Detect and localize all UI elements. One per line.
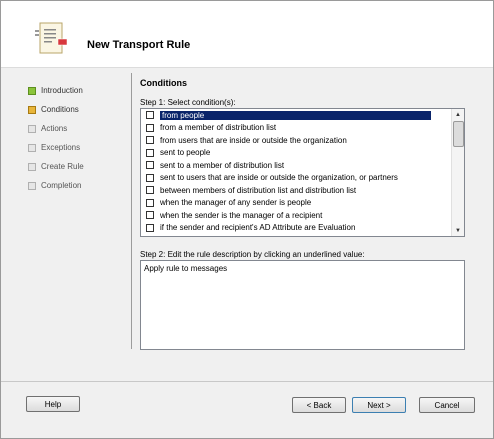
step2-label: Step 2: Edit the rule description by cli…	[140, 250, 365, 259]
wizard-window: New Transport Rule Introduction Conditio…	[0, 0, 494, 439]
condition-label: sent to users that are inside or outside…	[160, 173, 398, 183]
condition-checkbox[interactable]	[146, 123, 154, 132]
condition-label: if the sender and recipient's AD Attribu…	[160, 223, 356, 233]
content-divider	[131, 73, 132, 349]
condition-checkbox[interactable]	[146, 186, 154, 195]
nav-step-exceptions[interactable]: Exceptions	[28, 138, 124, 157]
rule-description-box[interactable]: Apply rule to messages	[140, 260, 465, 350]
footer-divider	[1, 381, 493, 382]
cancel-button[interactable]: Cancel	[419, 397, 475, 413]
condition-item[interactable]: sent to a member of distribution list	[141, 159, 431, 172]
condition-label: when the sender is the manager of a reci…	[160, 210, 323, 220]
nav-step-create-rule[interactable]: Create Rule	[28, 157, 124, 176]
condition-checkbox[interactable]	[146, 136, 154, 145]
condition-label: from people	[160, 110, 431, 120]
condition-item[interactable]: when the sender is the manager of a reci…	[141, 209, 431, 222]
wizard-steps-nav: Introduction Conditions Actions Exceptio…	[28, 81, 124, 195]
condition-checkbox[interactable]	[146, 111, 154, 120]
scroll-down-icon[interactable]: ▼	[452, 225, 464, 236]
condition-item[interactable]: between members of distribution list and…	[141, 184, 431, 197]
nav-step-actions[interactable]: Actions	[28, 119, 124, 138]
condition-checkbox[interactable]	[146, 211, 154, 220]
nav-step-label: Conditions	[41, 105, 79, 114]
nav-step-label: Introduction	[41, 86, 83, 95]
step-status-icon	[28, 124, 36, 133]
nav-step-conditions[interactable]: Conditions	[28, 100, 124, 119]
condition-checkbox[interactable]	[146, 223, 154, 232]
transport-rule-icon	[35, 22, 68, 54]
condition-item[interactable]: if the sender and recipient's AD Attribu…	[141, 222, 431, 235]
wizard-header: New Transport Rule	[1, 1, 493, 67]
conditions-list[interactable]: from people from a member of distributio…	[140, 108, 465, 237]
nav-step-label: Completion	[41, 181, 82, 190]
condition-label: between members of distribution list and…	[160, 185, 357, 195]
step-status-icon	[28, 162, 36, 171]
condition-item[interactable]: sent to people	[141, 147, 431, 160]
step1-label: Step 1: Select condition(s):	[140, 98, 236, 107]
back-button[interactable]: < Back	[292, 397, 346, 413]
condition-checkbox[interactable]	[146, 173, 154, 182]
condition-item[interactable]: from users that are inside or outside th…	[141, 134, 431, 147]
step-status-icon	[28, 86, 36, 95]
condition-label: sent to people	[160, 148, 211, 158]
condition-item[interactable]: from a member of distribution list	[141, 122, 431, 135]
condition-checkbox[interactable]	[146, 161, 154, 170]
nav-step-label: Exceptions	[41, 143, 81, 152]
conditions-scrollbar[interactable]: ▲ ▼	[451, 109, 464, 236]
condition-label: when the manager of any sender is people	[160, 198, 312, 208]
step-status-icon	[28, 105, 36, 114]
section-title: Conditions	[140, 78, 187, 88]
condition-item[interactable]: from people	[141, 109, 431, 122]
nav-step-completion[interactable]: Completion	[28, 176, 124, 195]
condition-checkbox[interactable]	[146, 148, 154, 157]
condition-label: from a member of distribution list	[160, 123, 277, 133]
header-divider	[1, 67, 493, 68]
page-title: New Transport Rule	[87, 39, 191, 51]
condition-label: from users that are inside or outside th…	[160, 135, 347, 145]
step-status-icon	[28, 181, 36, 190]
nav-step-label: Create Rule	[41, 162, 84, 171]
nav-step-label: Actions	[41, 124, 68, 133]
scroll-up-icon[interactable]: ▲	[452, 109, 464, 120]
next-button[interactable]: Next >	[352, 397, 406, 413]
condition-item[interactable]: when the manager of any sender is people	[141, 197, 431, 210]
scroll-thumb[interactable]	[453, 121, 464, 147]
rule-description-text: Apply rule to messages	[144, 264, 228, 273]
nav-step-introduction[interactable]: Introduction	[28, 81, 124, 100]
help-button[interactable]: Help	[26, 396, 80, 412]
condition-label: sent to a member of distribution list	[160, 160, 285, 170]
condition-checkbox[interactable]	[146, 198, 154, 207]
step-status-icon	[28, 143, 36, 152]
condition-item[interactable]: sent to users that are inside or outside…	[141, 172, 431, 185]
